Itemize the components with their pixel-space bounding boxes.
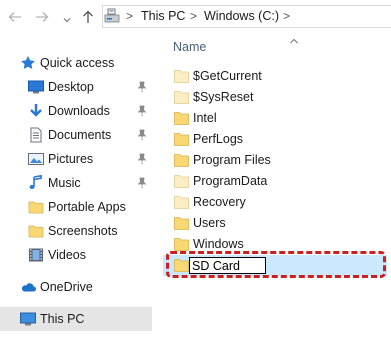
pin-icon[interactable] — [137, 81, 147, 93]
breadcrumb-separator[interactable]: > — [190, 9, 197, 23]
sort-chevron-icon[interactable] — [289, 34, 299, 48]
nav-item-music[interactable]: Music — [0, 171, 152, 195]
cloud-icon — [20, 279, 36, 295]
list-item[interactable]: $SysReset — [163, 87, 387, 108]
pictures-icon — [28, 151, 44, 167]
nav-item-documents[interactable]: Documents — [0, 123, 152, 147]
list-item[interactable]: Recovery — [163, 192, 387, 213]
breadcrumb-separator[interactable]: > — [126, 9, 133, 23]
folder-icon — [174, 174, 189, 188]
drive-icon — [104, 8, 122, 27]
documents-icon — [28, 127, 44, 143]
nav-item-pictures[interactable]: Pictures — [0, 147, 152, 171]
back-arrow-icon[interactable] — [8, 10, 22, 24]
folder-icon — [174, 195, 189, 209]
pin-icon[interactable] — [137, 105, 147, 117]
videos-icon — [28, 247, 44, 263]
folder-icon — [174, 69, 189, 83]
list-item[interactable]: $GetCurrent — [163, 66, 387, 87]
rename-input[interactable] — [189, 257, 266, 274]
breadcrumb-this-pc[interactable]: This PC — [141, 9, 185, 23]
file-name: $SysReset — [193, 90, 254, 104]
folder-icon — [174, 111, 189, 125]
nav-item-screenshots[interactable]: Screenshots — [0, 219, 152, 243]
nav-label: This PC — [40, 312, 85, 326]
folder-icon — [174, 132, 189, 146]
column-header-name[interactable]: Name — [173, 40, 206, 54]
computer-icon — [20, 311, 36, 327]
nav-item-portable-apps[interactable]: Portable Apps — [0, 195, 152, 219]
nav-label: Music — [48, 176, 81, 190]
recent-locations-chevron-icon[interactable] — [63, 13, 71, 27]
nav-label: Documents — [48, 128, 112, 142]
folder-icon — [174, 216, 189, 230]
nav-item-videos[interactable]: Videos — [0, 243, 152, 267]
nav-item-desktop[interactable]: Desktop — [0, 75, 152, 99]
nav-item-this-pc[interactable]: This PC — [0, 307, 152, 331]
nav-item-downloads[interactable]: Downloads — [0, 99, 152, 123]
desktop-icon — [28, 79, 44, 95]
music-icon — [28, 174, 44, 191]
nav-label: Videos — [48, 248, 86, 262]
folder-icon — [174, 153, 189, 167]
file-name: Recovery — [193, 195, 246, 209]
file-name: ProgramData — [193, 174, 268, 188]
file-name: Intel — [193, 111, 217, 125]
nav-label: Desktop — [48, 80, 94, 94]
up-arrow-icon[interactable] — [81, 10, 95, 24]
file-name: Windows — [193, 237, 244, 251]
forward-arrow-icon[interactable] — [35, 10, 49, 24]
folder-icon — [174, 90, 189, 104]
file-list: Name $GetCurrent $SysReset Intel PerfLog… — [163, 34, 391, 338]
file-name: Users — [193, 216, 226, 230]
nav-label: OneDrive — [40, 280, 93, 294]
navigation-pane: Quick access Desktop Downloads Documents — [0, 34, 152, 338]
list-item[interactable]: Program Files — [163, 150, 387, 171]
list-item[interactable]: Intel — [163, 108, 387, 129]
nav-label: Downloads — [48, 104, 110, 118]
star-icon — [20, 55, 36, 71]
list-item[interactable]: Windows — [163, 234, 387, 255]
folder-icon — [174, 237, 189, 251]
breadcrumb-separator[interactable]: > — [283, 9, 290, 23]
list-item[interactable]: Users — [163, 213, 387, 234]
folder-icon — [28, 199, 44, 215]
pin-icon[interactable] — [137, 153, 147, 165]
pin-icon[interactable] — [137, 129, 147, 141]
nav-label: Screenshots — [48, 224, 118, 238]
file-name: $GetCurrent — [193, 69, 262, 83]
download-icon — [28, 103, 44, 119]
nav-item-onedrive[interactable]: OneDrive — [0, 275, 152, 299]
file-name: PerfLogs — [193, 132, 244, 146]
nav-item-quick-access[interactable]: Quick access — [0, 51, 152, 75]
nav-label: Quick access — [40, 56, 115, 70]
nav-label: Portable Apps — [48, 200, 126, 214]
new-folder-row[interactable] — [163, 255, 387, 276]
nav-label: Pictures — [48, 152, 94, 166]
pin-icon[interactable] — [137, 177, 147, 189]
address-toolbar: > This PC > Windows (C:) > — [0, 0, 391, 34]
breadcrumb-windows-c[interactable]: Windows (C:) — [204, 9, 279, 23]
list-item[interactable]: ProgramData — [163, 171, 387, 192]
folder-icon — [174, 258, 189, 272]
file-name: Program Files — [193, 153, 271, 167]
list-item[interactable]: PerfLogs — [163, 129, 387, 150]
folder-icon — [28, 223, 44, 239]
